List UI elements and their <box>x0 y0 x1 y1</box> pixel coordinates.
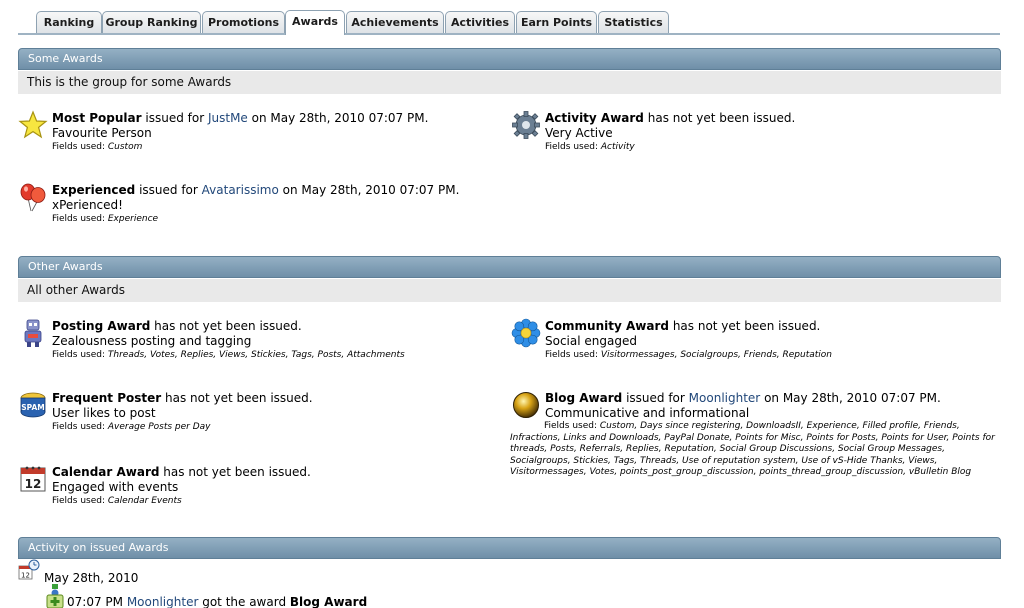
fields-label: Fields used: <box>52 214 105 224</box>
svg-text:SPAM: SPAM <box>21 403 44 412</box>
tab-bar: Ranking Group Ranking Promotions Awards … <box>0 0 1024 36</box>
fields-used: Average Posts per Day <box>107 422 211 432</box>
fields-label: Fields used: <box>52 350 105 360</box>
activity-text: got the award <box>202 595 287 608</box>
balloons-icon <box>20 183 46 212</box>
gold-orb-icon <box>513 392 539 418</box>
gear-icon <box>512 111 540 139</box>
award-description: Very Active <box>545 126 613 140</box>
fields-used: Visitormessages, Socialgroups, Friends, … <box>600 350 832 360</box>
fields-label: Fields used: <box>544 421 597 431</box>
fields-used: Calendar Events <box>107 496 182 506</box>
award-description: Communicative and informational <box>545 406 750 420</box>
fields-label: Fields used: <box>545 142 598 152</box>
tab-awards[interactable]: Awards <box>285 10 345 35</box>
star-icon <box>18 110 48 139</box>
activity-award-name: Blog Award <box>289 595 368 608</box>
calendar-icon: 12 <box>20 466 46 492</box>
tab-achievements[interactable]: Achievements <box>346 11 444 34</box>
fields-used: Experience <box>107 214 159 224</box>
award-description: Engaged with events <box>52 480 179 494</box>
fields-label: Fields used: <box>52 496 105 506</box>
section-header-other-awards[interactable]: Other Awards <box>18 256 1001 278</box>
user-link-moonlighter[interactable]: Moonlighter <box>127 595 199 608</box>
award-date: on May 28th, 2010 07:07 PM. <box>764 391 941 405</box>
section-header-some-awards[interactable]: Some Awards <box>18 48 1001 70</box>
fields-used: Custom <box>107 142 143 152</box>
award-status: has not yet been issued. <box>165 391 313 405</box>
award-description: Favourite Person <box>52 126 152 140</box>
award-date: on May 28th, 2010 07:07 PM. <box>282 183 460 197</box>
award-status: issued for <box>145 111 205 125</box>
tab-ranking[interactable]: Ranking <box>36 11 102 34</box>
award-status: issued for <box>139 183 198 197</box>
award-description: User likes to post <box>52 406 156 420</box>
svg-text:12: 12 <box>21 572 30 580</box>
tab-group-ranking[interactable]: Group Ranking <box>102 11 201 34</box>
tab-promotions[interactable]: Promotions <box>202 11 285 34</box>
award-status: issued for <box>626 391 685 405</box>
fields-label: Fields used: <box>52 422 105 432</box>
award-status: has not yet been issued. <box>647 111 796 125</box>
fields-used: Threads, Votes, Replies, Views, Stickies… <box>107 350 405 360</box>
award-name: Posting Award <box>52 319 151 333</box>
award-add-icon <box>46 584 64 608</box>
svg-text:12: 12 <box>25 477 42 491</box>
award-description: Social engaged <box>545 334 637 348</box>
award-description: Zealousness posting and tagging <box>52 334 252 348</box>
activity-entry: 07:07 PM Moonlighter got the award Blog … <box>67 595 367 608</box>
user-link-moonlighter[interactable]: Moonlighter <box>689 391 761 405</box>
tab-activities[interactable]: Activities <box>445 11 515 34</box>
fields-label: Fields used: <box>52 142 105 152</box>
robot-icon <box>24 319 42 347</box>
activity-date: May 28th, 2010 <box>44 571 139 585</box>
tab-statistics[interactable]: Statistics <box>598 11 669 34</box>
award-name: Most Popular <box>52 111 142 125</box>
tab-bar-divider <box>18 33 1000 35</box>
award-status: has not yet been issued. <box>163 465 311 479</box>
award-name: Blog Award <box>545 391 623 405</box>
award-name: Calendar Award <box>52 465 160 479</box>
section-description: This is the group for some Awards <box>18 71 1001 94</box>
tab-earn-points[interactable]: Earn Points <box>516 11 597 34</box>
section-header-activity[interactable]: Activity on issued Awards <box>18 537 1001 559</box>
blog-award-fields: Fields used: Custom, Days since register… <box>510 421 998 479</box>
award-name: Activity Award <box>545 111 644 125</box>
user-link-justme[interactable]: JustMe <box>208 111 248 125</box>
fields-used: Activity <box>600 142 635 152</box>
award-status: has not yet been issued. <box>154 319 302 333</box>
award-name: Frequent Poster <box>52 391 162 405</box>
award-name: Community Award <box>545 319 669 333</box>
award-name: Experienced <box>52 183 136 197</box>
calendar-clock-icon: 12 <box>18 559 40 580</box>
award-date: on May 28th, 2010 07:07 PM. <box>251 111 429 125</box>
flower-icon <box>511 318 541 348</box>
award-description: xPerienced! <box>52 198 123 212</box>
award-status: has not yet been issued. <box>672 319 821 333</box>
activity-time: 07:07 PM <box>67 595 123 608</box>
spam-can-icon: SPAM <box>20 392 46 418</box>
user-link-avatarissimo[interactable]: Avatarissimo <box>202 183 279 197</box>
fields-label: Fields used: <box>545 350 598 360</box>
section-description: All other Awards <box>18 279 1001 302</box>
